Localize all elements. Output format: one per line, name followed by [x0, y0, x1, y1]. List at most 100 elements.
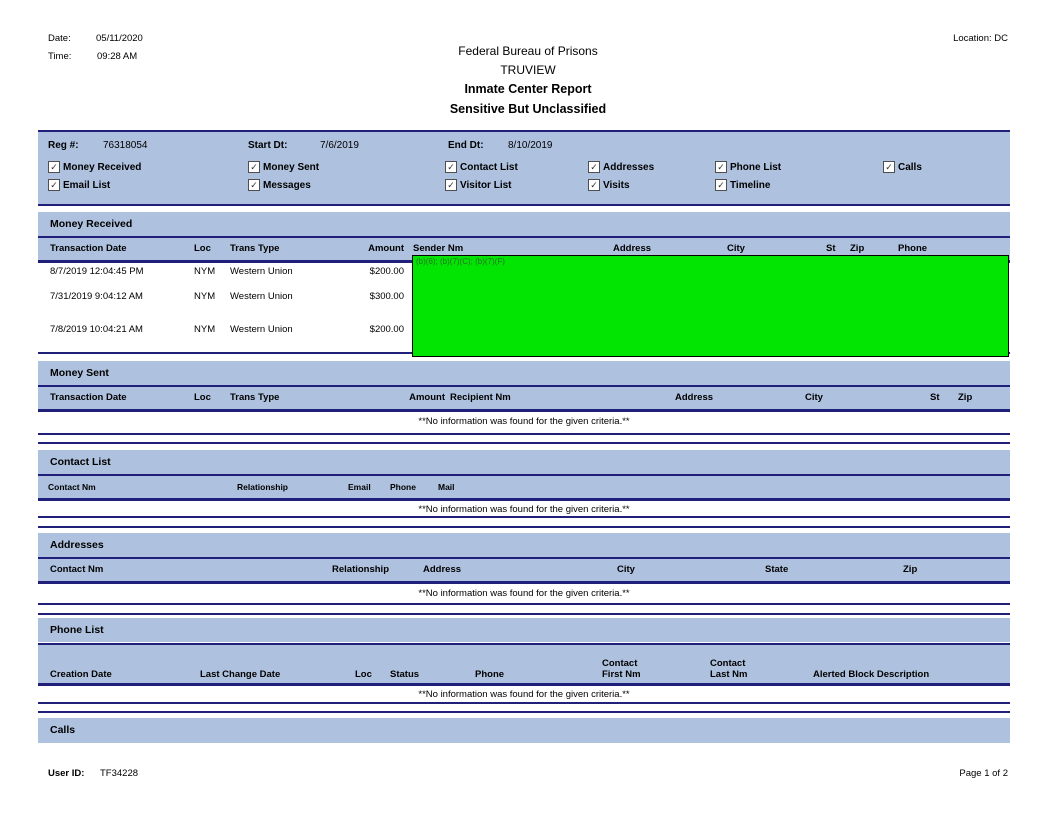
checkbox-money-sent[interactable]: ✓ Money Sent: [248, 161, 319, 173]
col-header: Contact Nm: [48, 476, 96, 498]
report-classification: Sensitive But Unclassified: [0, 102, 1056, 116]
report-name-title: Inmate Center Report: [0, 82, 1056, 96]
reg-number-value: 76318054: [103, 140, 148, 151]
col-header: Loc: [194, 238, 211, 260]
date-label: Date:: [48, 33, 71, 44]
col-header: Address: [423, 559, 461, 581]
col-header: Email: [348, 476, 371, 498]
col-header: Amount: [368, 387, 445, 409]
start-date-label: Start Dt:: [248, 140, 287, 151]
checkbox-email-list-label: Email List: [63, 180, 110, 191]
checkbox-phone-list[interactable]: ✓ Phone List: [715, 161, 781, 173]
checkbox-addresses[interactable]: ✓ Addresses: [588, 161, 654, 173]
checkbox-money-sent-label: Money Sent: [263, 162, 319, 173]
checkmark-icon: ✓: [445, 161, 457, 173]
checkmark-icon: ✓: [715, 161, 727, 173]
col-header: Relationship: [332, 559, 389, 581]
col-header: Phone: [475, 669, 504, 680]
col-header: Mail: [438, 476, 455, 498]
checkbox-messages-label: Messages: [263, 180, 311, 191]
section-divider: [38, 526, 1010, 528]
table-cell-amount: $200.00: [328, 266, 404, 277]
col-header: St: [930, 387, 940, 409]
table-cell-trans-type: Western Union: [230, 291, 293, 302]
contact-list-header-row: Contact Nm Relationship Email Phone Mail: [38, 474, 1010, 501]
section-divider: [38, 702, 1010, 704]
checkbox-visitor-list[interactable]: ✓ Visitor List: [445, 179, 512, 191]
checkmark-icon: ✓: [715, 179, 727, 191]
checkbox-timeline-label: Timeline: [730, 180, 770, 191]
report-system-title: TRUVIEW: [0, 63, 1056, 77]
checkbox-visits[interactable]: ✓ Visits: [588, 179, 630, 191]
col-header: Contact Nm: [50, 559, 103, 581]
user-id-value: TF34228: [100, 768, 138, 779]
no-information-message: **No information was found for the given…: [38, 504, 1010, 515]
col-header-line: First Nm: [602, 669, 641, 680]
no-information-message: **No information was found for the given…: [38, 416, 1010, 427]
section-title-addresses: Addresses: [38, 533, 1010, 557]
checkmark-icon: ✓: [588, 179, 600, 191]
col-header: Address: [675, 387, 713, 409]
col-header: Recipient Nm: [450, 387, 511, 409]
col-header: Relationship: [237, 476, 288, 498]
table-cell-transaction-date: 7/8/2019 10:04:21 AM: [50, 324, 143, 335]
inmate-center-report-page: Date: 05/11/2020 Time: 09:28 AM Location…: [0, 0, 1056, 816]
report-criteria-panel: Reg #: 76318054 Start Dt: 7/6/2019 End D…: [38, 130, 1010, 206]
table-cell-loc: NYM: [194, 324, 215, 335]
col-header-line: Contact: [602, 658, 641, 669]
no-information-message: **No information was found for the given…: [38, 588, 1010, 599]
col-header: Phone: [390, 476, 416, 498]
col-header: Creation Date: [50, 669, 112, 680]
col-header: Trans Type: [230, 387, 279, 409]
checkbox-calls[interactable]: ✓ Calls: [883, 161, 922, 173]
start-date-value: 7/6/2019: [320, 140, 359, 151]
checkmark-icon: ✓: [48, 161, 60, 173]
col-header-contact-last: Contact Last Nm: [710, 658, 747, 680]
col-header-line: Last Nm: [710, 669, 747, 680]
col-header: Transaction Date: [50, 238, 127, 260]
checkmark-icon: ✓: [445, 179, 457, 191]
col-header: Transaction Date: [50, 387, 127, 409]
checkbox-phone-list-label: Phone List: [730, 162, 781, 173]
user-id-label: User ID:: [48, 768, 84, 779]
col-header: Amount: [328, 238, 404, 260]
section-title-money-received: Money Received: [38, 212, 1010, 236]
col-header: Status: [390, 669, 419, 680]
checkbox-money-received[interactable]: ✓ Money Received: [48, 161, 141, 173]
checkbox-messages[interactable]: ✓ Messages: [248, 179, 311, 191]
end-date-value: 8/10/2019: [508, 140, 553, 151]
section-title-money-sent: Money Sent: [38, 361, 1010, 385]
location-label: Location: DC: [953, 33, 1008, 44]
checkmark-icon: ✓: [883, 161, 895, 173]
col-header: Last Change Date: [200, 669, 280, 680]
col-header-line: Contact: [710, 658, 747, 669]
date-value: 05/11/2020: [96, 33, 143, 44]
money-sent-header-row: Transaction Date Loc Trans Type Amount R…: [38, 385, 1010, 412]
checkbox-visits-label: Visits: [603, 180, 630, 191]
table-cell-transaction-date: 8/7/2019 12:04:45 PM: [50, 266, 144, 277]
col-header: Zip: [903, 559, 917, 581]
section-title-contact-list: Contact List: [38, 450, 1010, 474]
col-header: Alerted Block Description: [813, 669, 929, 680]
checkmark-icon: ✓: [248, 161, 260, 173]
checkbox-email-list[interactable]: ✓ Email List: [48, 179, 110, 191]
section-title-calls: Calls: [38, 718, 1010, 743]
phone-list-header-row: Creation Date Last Change Date Loc Statu…: [38, 643, 1010, 686]
checkbox-timeline[interactable]: ✓ Timeline: [715, 179, 770, 191]
checkmark-icon: ✓: [248, 179, 260, 191]
col-header: Loc: [194, 387, 211, 409]
checkbox-contact-list[interactable]: ✓ Contact List: [445, 161, 518, 173]
no-information-message: **No information was found for the given…: [38, 689, 1010, 700]
table-cell-trans-type: Western Union: [230, 266, 293, 277]
checkbox-calls-label: Calls: [898, 162, 922, 173]
report-org-title: Federal Bureau of Prisons: [0, 44, 1056, 58]
section-divider: [38, 433, 1010, 435]
checkmark-icon: ✓: [588, 161, 600, 173]
col-header-contact-first: Contact First Nm: [602, 658, 641, 680]
table-cell-loc: NYM: [194, 291, 215, 302]
checkbox-contact-list-label: Contact List: [460, 162, 518, 173]
checkmark-icon: ✓: [48, 179, 60, 191]
section-divider: [38, 442, 1010, 444]
table-cell-trans-type: Western Union: [230, 324, 293, 335]
col-header: Loc: [355, 669, 372, 680]
